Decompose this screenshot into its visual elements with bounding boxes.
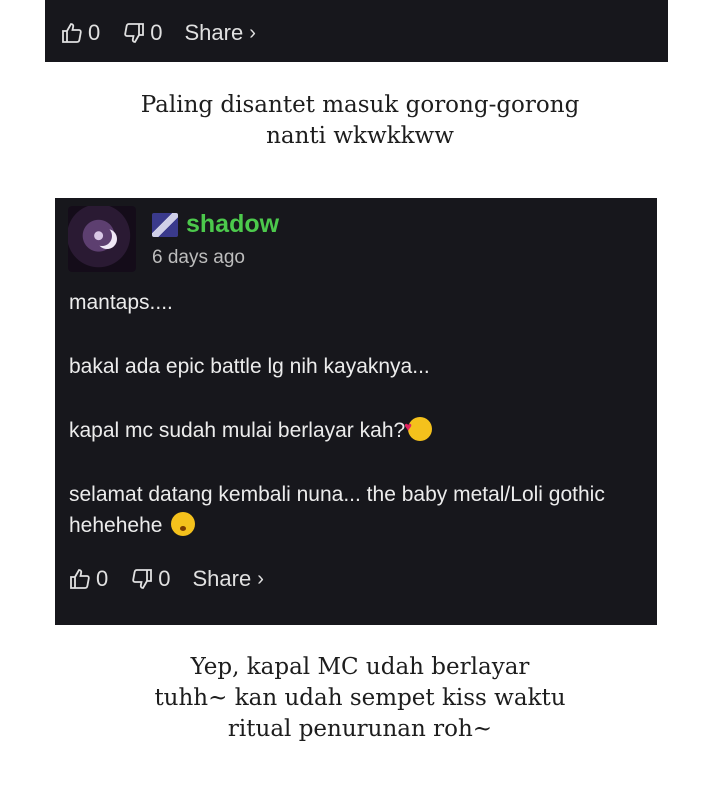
- thumbs-down-icon: [124, 23, 145, 43]
- chevron-right-icon: ›: [249, 21, 256, 44]
- like-button[interactable]: 0: [60, 20, 100, 46]
- share-button[interactable]: Share ›: [193, 566, 264, 592]
- thumbs-up-icon: [70, 569, 90, 589]
- share-label: Share: [192, 566, 252, 591]
- dislike-count: 0: [150, 20, 163, 45]
- top-actions: 0 0 Share ›: [60, 20, 256, 46]
- hearts-face-emoji: [404, 411, 433, 442]
- comment-actions: 0 0 Share ›: [68, 566, 264, 592]
- caption-line: Yep, kapal MC udah berlayar: [190, 654, 530, 680]
- comment-card: shadow 6 days ago mantaps.... bakal ada …: [55, 198, 657, 625]
- comment-line: kapal mc sudah mulai berlayar kah?: [69, 411, 644, 446]
- username[interactable]: shadow: [186, 210, 279, 239]
- comment-line: bakal ada epic battle lg nih kayaknya...: [69, 355, 430, 378]
- caption-top: Paling disantet masuk gorong-gorong nant…: [0, 90, 720, 152]
- chevron-right-icon: ›: [257, 567, 264, 590]
- caption-line: Paling disantet masuk gorong-gorong: [140, 92, 580, 118]
- kissing-face-emoji: [171, 512, 196, 536]
- comment-line: selamat datang kembali nuna... the baby …: [69, 483, 605, 537]
- like-count: 0: [88, 20, 101, 45]
- dislike-count: 0: [158, 566, 171, 591]
- caption-line: tuhh~ kan udah sempet kiss waktu: [154, 685, 566, 711]
- thumbs-down-icon: [132, 569, 153, 589]
- like-button[interactable]: 0: [68, 566, 108, 592]
- comment-line: mantaps....: [69, 291, 173, 314]
- caption-bottom: Yep, kapal MC udah berlayar tuhh~ kan ud…: [0, 652, 720, 745]
- share-button[interactable]: Share ›: [185, 20, 256, 46]
- comment-body: mantaps.... bakal ada epic battle lg nih…: [69, 287, 644, 574]
- user-badge-icon: [152, 212, 178, 237]
- caption-line: nanti wkwkkww: [266, 123, 454, 149]
- username-row: shadow: [152, 210, 279, 239]
- comment-timestamp: 6 days ago: [152, 247, 245, 268]
- caption-line: ritual penurunan roh~: [227, 716, 493, 742]
- like-count: 0: [96, 566, 109, 591]
- top-action-bar: 0 0 Share ›: [45, 0, 668, 62]
- dislike-button[interactable]: 0: [130, 566, 171, 592]
- thumbs-up-icon: [62, 23, 82, 43]
- share-label: Share: [184, 20, 244, 45]
- dislike-button[interactable]: 0: [122, 20, 163, 46]
- avatar[interactable]: [68, 206, 136, 272]
